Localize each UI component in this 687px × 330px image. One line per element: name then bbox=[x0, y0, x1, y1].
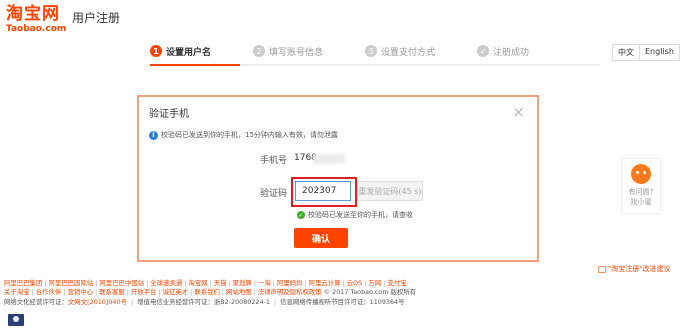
progress-fill bbox=[150, 64, 240, 66]
copyright: © 2017 Taobao.com 版权所有 bbox=[323, 288, 417, 297]
feedback-text: "淘宝注册"改进建议 bbox=[608, 265, 671, 273]
step-2-label: 填写账号信息 bbox=[269, 47, 324, 58]
phone-masked bbox=[313, 154, 345, 164]
footer-about-link[interactable]: 诚征英才 bbox=[163, 288, 189, 296]
footer-group-link[interactable]: 天猫 bbox=[214, 279, 227, 287]
license-c: 信息网络传播视听节目许可证：1109364号 bbox=[280, 297, 405, 306]
step-1-number: 1 bbox=[150, 45, 162, 57]
resend-code-button[interactable]: 重发验证码(45 s) bbox=[357, 181, 423, 201]
step-4-label: 注册成功 bbox=[493, 47, 530, 58]
footer-about-link[interactable]: 法律声明及隐私权政策 bbox=[258, 288, 322, 296]
footer-about-link[interactable]: 网站地图 bbox=[226, 288, 252, 296]
lang-en-button[interactable]: English bbox=[639, 45, 679, 60]
license-a-label: 网络文化经营许可证： bbox=[4, 297, 68, 306]
license-a-link[interactable]: 文网文[2010]040号 bbox=[68, 298, 127, 306]
step-3-label: 设置支付方式 bbox=[381, 47, 436, 58]
footer-about-link[interactable]: 合作伙伴 bbox=[36, 288, 62, 296]
sent-note-text: 校验码已发送至你的手机，请查收 bbox=[308, 211, 413, 219]
step-indicator: 1 设置用户名 2 填写账号信息 3 设置支付方式 ✓ 注册成功 bbox=[150, 44, 571, 58]
phone-label: 手机号 bbox=[259, 156, 287, 166]
close-icon[interactable]: × bbox=[512, 103, 525, 121]
code-label: 验证码 bbox=[259, 189, 287, 199]
help-line-2: 找小蜜 bbox=[630, 198, 652, 206]
logo-en-text: Taobao.com bbox=[6, 24, 67, 34]
footer-group-link[interactable]: 淘宝网 bbox=[188, 279, 207, 287]
step-2: 2 填写账号信息 bbox=[253, 45, 323, 58]
confirm-button[interactable]: 确认 bbox=[294, 228, 348, 248]
help-widget[interactable]: 有问题? 找小蜜 bbox=[621, 158, 661, 214]
check-icon: ✓ bbox=[297, 211, 305, 219]
logo-cn-text: 淘宝网 bbox=[6, 4, 60, 24]
dialog-title: 验证手机 bbox=[149, 109, 189, 120]
lang-zh-button[interactable]: 中文 bbox=[613, 45, 639, 60]
step-1-label: 设置用户名 bbox=[166, 47, 212, 58]
verification-code-input[interactable] bbox=[295, 181, 351, 201]
footer-about-link[interactable]: 关于淘宝 bbox=[4, 288, 30, 296]
footer-links-row-1: 阿里巴巴集团 | 阿里巴巴国际站 | 阿里巴巴中国站 | 全球速卖通 | 淘宝网 | 天猫 | 聚划算 |… bbox=[4, 279, 407, 287]
footer-group-link[interactable]: 全球速卖通 bbox=[150, 279, 182, 287]
step-1: 1 设置用户名 bbox=[150, 45, 211, 58]
footer-group-link[interactable]: 一淘 bbox=[258, 279, 271, 287]
step-2-number: 2 bbox=[253, 45, 266, 57]
footer-group-link[interactable]: 阿里妈妈 bbox=[277, 279, 303, 287]
footer-group-link[interactable]: 云OS bbox=[347, 279, 362, 287]
footer-group-link[interactable]: 阿里巴巴中国站 bbox=[99, 279, 144, 287]
feedback-link[interactable]: "淘宝注册"改进建议 bbox=[598, 264, 670, 274]
footer-group-link[interactable]: 万网 bbox=[368, 279, 381, 287]
step-3: 3 设置支付方式 bbox=[365, 45, 435, 58]
step-4-check-icon: ✓ bbox=[477, 45, 490, 57]
step-4: ✓ 注册成功 bbox=[477, 45, 529, 58]
police-badge-icon[interactable] bbox=[8, 314, 24, 326]
footer: 阿里巴巴集团 | 阿里巴巴国际站 | 阿里巴巴中国站 | 全球速卖通 | 淘宝网 | 天猫 | 聚划算 |… bbox=[4, 279, 664, 307]
info-message: i 校验码已发送到你的手机，15分钟内输入有效，请勿泄露 bbox=[149, 130, 338, 140]
help-avatar-icon bbox=[631, 164, 651, 184]
page-title: 用户注册 bbox=[72, 11, 121, 25]
license-b: 增值电信业务经营许可证：浙B2-20080224-1 bbox=[137, 297, 270, 306]
footer-group-link[interactable]: 支付宝 bbox=[387, 279, 406, 287]
info-icon: i bbox=[149, 130, 158, 140]
taobao-logo[interactable]: 淘宝网 Taobao.com bbox=[6, 4, 66, 34]
sent-note: ✓ 校验码已发送至你的手机，请查收 bbox=[297, 210, 413, 220]
language-switch: 中文 English bbox=[612, 44, 680, 61]
footer-group-link[interactable]: 阿里巴巴集团 bbox=[4, 279, 42, 287]
footer-about-link[interactable]: 联系我们 bbox=[194, 288, 220, 296]
feedback-icon bbox=[598, 265, 606, 273]
footer-group-link[interactable]: 阿里巴巴国际站 bbox=[49, 279, 94, 287]
help-line-1: 有问题? bbox=[628, 188, 654, 196]
registration-page: 淘宝网 Taobao.com 用户注册 1 设置用户名 2 填写账号信息 3 设… bbox=[0, 0, 687, 330]
info-text: 校验码已发送到你的手机，15分钟内输入有效，请勿泄露 bbox=[161, 131, 338, 139]
footer-links-row-2: 关于淘宝 | 合作伙伴 | 营销中心 | 联系客服 | 开放平台 | 诚征英才 | 联系我们 | 网站地图 |… bbox=[4, 288, 417, 297]
verify-phone-dialog: 验证手机 × i 校验码已发送到你的手机，15分钟内输入有效，请勿泄露 手机号 … bbox=[137, 95, 539, 262]
footer-about-link[interactable]: 开放平台 bbox=[131, 288, 157, 296]
footer-about-link[interactable]: 联系客服 bbox=[99, 288, 125, 296]
footer-license-row: 网络文化经营许可证：文网文[2010]040号 | 增值电信业务经营许可证：浙B… bbox=[4, 297, 405, 306]
footer-group-link[interactable]: 聚划算 bbox=[233, 279, 252, 287]
step-3-number: 3 bbox=[365, 45, 378, 57]
footer-about-link[interactable]: 营销中心 bbox=[67, 288, 93, 296]
footer-group-link[interactable]: 阿里云计算 bbox=[309, 279, 341, 287]
